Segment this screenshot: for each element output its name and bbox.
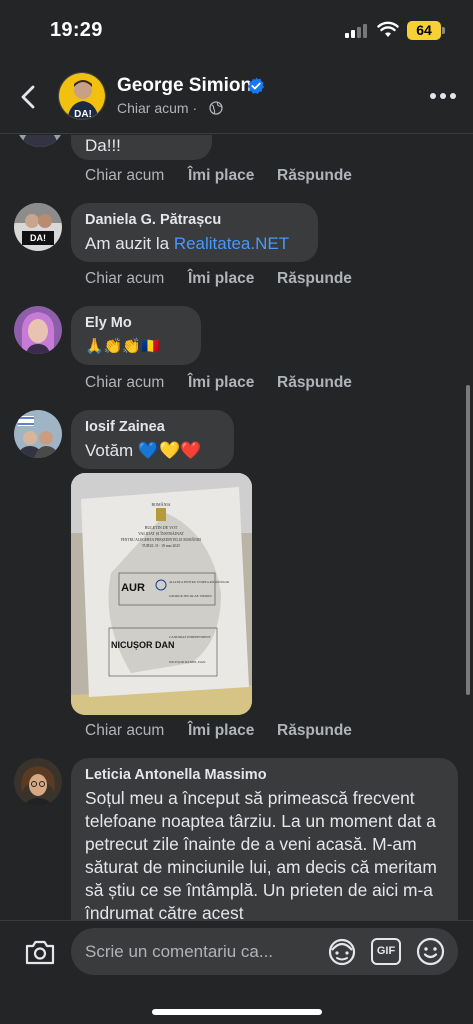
svg-text:ALIANȚA PENTRU UNIREA ROMÂNILO: ALIANȚA PENTRU UNIREA ROMÂNILOR	[169, 579, 230, 584]
svg-text:ROMÂNIA: ROMÂNIA	[151, 502, 170, 507]
avatar-sticker-icon[interactable]	[327, 938, 357, 966]
comment-time: Chiar acum	[85, 722, 165, 739]
like-button[interactable]: Îmi place	[188, 722, 254, 740]
comment-bubble: Leticia Antonella Massimo Soțul meu a în…	[71, 758, 458, 920]
reply-button[interactable]: Răspunde	[277, 270, 352, 288]
commenter-avatar[interactable]	[14, 306, 62, 354]
comment-input-container[interactable]: GIF	[71, 928, 458, 975]
comment-text: Da!!!	[85, 136, 121, 155]
comments-list: Da!!! Chiar acum Îmi place Răspunde DA! …	[0, 135, 473, 920]
svg-text:NICUȘOR DAN: NICUȘOR DAN	[111, 640, 175, 650]
more-options-icon[interactable]	[430, 93, 456, 101]
like-button[interactable]: Îmi place	[188, 167, 254, 185]
svg-text:BULETIN DE VOT: BULETIN DE VOT	[145, 525, 178, 530]
globe-icon	[209, 101, 223, 115]
svg-text:CANDIDAT INDEPENDENT: CANDIDAT INDEPENDENT	[169, 635, 212, 639]
comment-bubble: Ely Mo 🙏👏👏🇷🇴	[71, 306, 201, 365]
comment-time: Chiar acum	[85, 374, 165, 391]
svg-text:NICUȘOR DANIEL DAN: NICUȘOR DANIEL DAN	[169, 660, 206, 664]
comment-time: Chiar acum	[85, 270, 165, 287]
comment-text: Am auzit la Realitatea.NET	[85, 232, 304, 255]
ballot-photo[interactable]: ROMÂNIA BULETIN DE VOT VALIDAT ȘI ÎNSTRĂ…	[71, 473, 252, 715]
comment-text-body: Am auzit la	[85, 234, 174, 253]
reply-button[interactable]: Răspunde	[277, 167, 352, 185]
signal-icon	[345, 24, 369, 38]
svg-text:AUR: AUR	[121, 582, 145, 594]
post-timestamp: Chiar acum ·	[117, 100, 198, 116]
status-bar: 19:29 64	[0, 0, 473, 62]
home-indicator	[152, 1009, 322, 1015]
scrollbar[interactable]	[466, 385, 470, 695]
comment-input[interactable]	[85, 928, 315, 975]
comment-bubble: Da!!!	[71, 135, 212, 160]
verified-badge-icon	[247, 77, 264, 94]
author-name[interactable]: George Simion	[117, 75, 252, 97]
post-header: DA! George Simion Chiar acum ·	[0, 62, 473, 134]
svg-text:TURUL II - 18 mai 2025: TURUL II - 18 mai 2025	[142, 544, 180, 548]
comment-text: Votăm 💙💛❤️	[85, 441, 202, 460]
commenter-name[interactable]: Leticia Antonella Massimo	[85, 767, 444, 783]
svg-text:DA!: DA!	[30, 233, 46, 243]
comment-bubble: Daniela G. Pătrașcu Am auzit la Realitat…	[71, 203, 318, 262]
camera-icon[interactable]	[24, 938, 56, 966]
comment-text: Soțul meu a început să primească frecven…	[85, 788, 437, 920]
battery-tip	[442, 27, 445, 34]
svg-text:DA!: DA!	[74, 109, 92, 120]
commenter-name[interactable]: Ely Mo	[85, 315, 187, 331]
author-avatar[interactable]: DA!	[58, 72, 106, 120]
comment-bubble: Iosif Zainea Votăm 💙💛❤️	[71, 410, 234, 469]
like-button[interactable]: Îmi place	[188, 270, 254, 288]
back-icon[interactable]	[14, 80, 44, 114]
commenter-avatar[interactable]	[16, 135, 64, 147]
commenter-avatar[interactable]: DA!	[14, 203, 62, 251]
svg-text:GEORGE-NICOLAE SIMION: GEORGE-NICOLAE SIMION	[169, 594, 212, 598]
commenter-avatar[interactable]	[14, 410, 62, 458]
commenter-name[interactable]: Daniela G. Pătrașcu	[85, 212, 304, 228]
comment-composer: GIF	[0, 920, 473, 1024]
emoji-icon[interactable]	[416, 937, 445, 966]
svg-text:VALIDAT ȘI ÎNSTRĂINAT: VALIDAT ȘI ÎNSTRĂINAT	[138, 531, 184, 536]
gif-icon[interactable]: GIF	[371, 938, 401, 965]
comment-link[interactable]: Realitatea.NET	[174, 234, 289, 253]
status-time: 19:29	[50, 19, 103, 41]
comment-time: Chiar acum	[85, 167, 165, 184]
reply-button[interactable]: Răspunde	[277, 722, 352, 740]
reply-button[interactable]: Răspunde	[277, 374, 352, 392]
like-button[interactable]: Îmi place	[188, 374, 254, 392]
comment-text: 🙏👏👏🇷🇴	[85, 338, 160, 355]
battery-indicator: 64	[407, 21, 441, 40]
svg-text:PENTRU ALEGEREA PREȘEDINTELUI: PENTRU ALEGEREA PREȘEDINTELUI ROMÂNIEI	[121, 537, 203, 542]
wifi-icon	[377, 21, 399, 37]
commenter-name[interactable]: Iosif Zainea	[85, 419, 220, 435]
commenter-avatar[interactable]	[14, 758, 62, 806]
